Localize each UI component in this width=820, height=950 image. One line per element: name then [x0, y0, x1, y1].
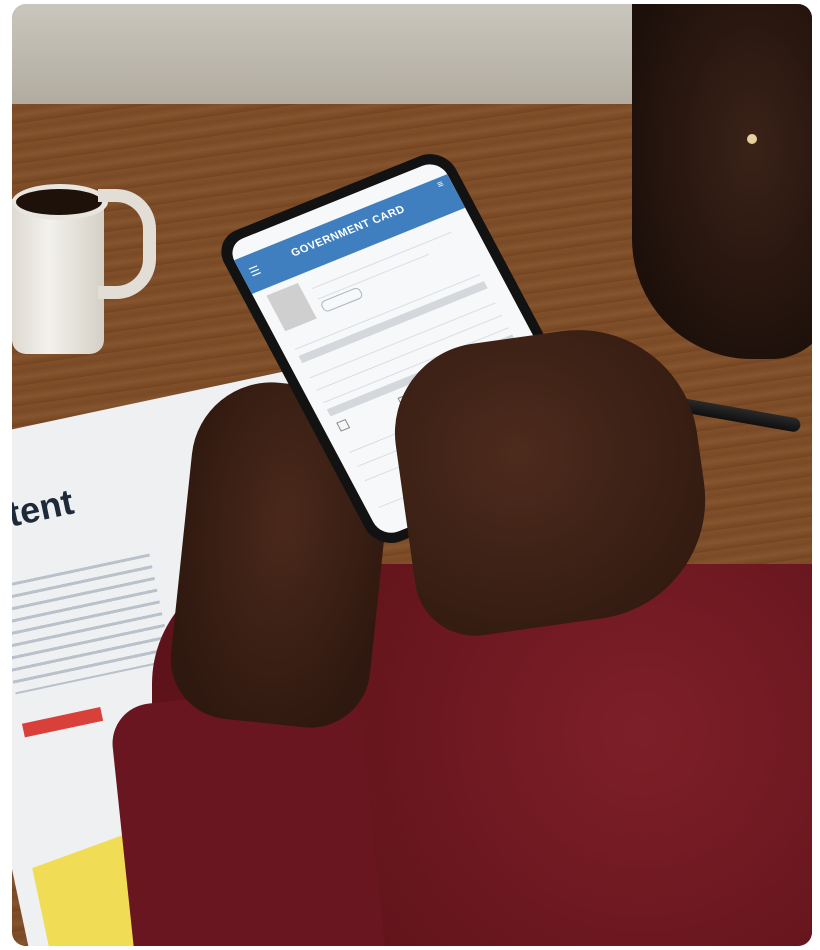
- earring: [747, 134, 757, 144]
- mug-handle: [98, 189, 156, 299]
- person-head: [632, 4, 812, 359]
- mug-body: [12, 199, 104, 354]
- checkbox: [336, 419, 351, 432]
- photo-frame: stent ☰ GOVERNMENT CARD ≡: [12, 4, 812, 946]
- document-red-label: [21, 707, 104, 738]
- mug-coffee: [16, 189, 102, 215]
- id-photo-placeholder: [266, 282, 317, 332]
- coffee-mug: [12, 159, 156, 359]
- document-headline: stent: [12, 480, 77, 539]
- document-text-lines: [12, 553, 173, 695]
